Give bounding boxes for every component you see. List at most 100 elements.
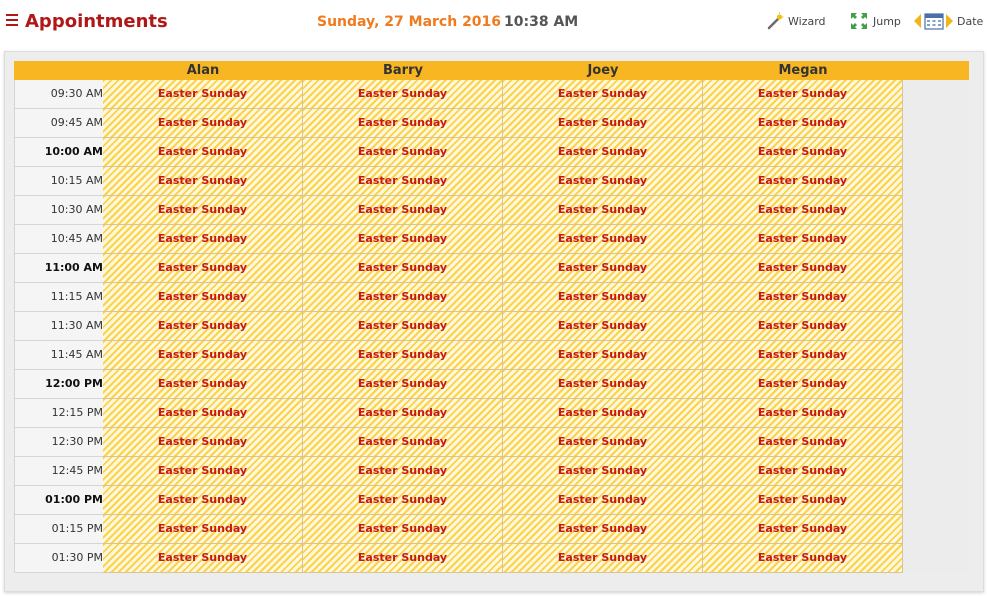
holiday-slot-barry[interactable]: Easter Sunday [303,515,503,544]
holiday-slot-joey[interactable]: Easter Sunday [503,254,703,283]
time-slot-label: 01:00 PM [14,486,107,515]
holiday-slot-joey[interactable]: Easter Sunday [503,341,703,370]
holiday-slot-alan[interactable]: Easter Sunday [103,196,303,225]
holiday-slot-barry[interactable]: Easter Sunday [303,457,503,486]
holiday-slot-joey[interactable]: Easter Sunday [503,457,703,486]
holiday-slot-alan[interactable]: Easter Sunday [103,283,303,312]
expand-arrows-icon [851,13,867,29]
date-label: Date [957,15,984,28]
hamburger-menu-icon[interactable] [6,13,20,27]
time-slot-label: 10:30 AM [14,196,107,225]
table-row: 12:15 PM Easter Sunday Easter Sunday Easter… [14,399,905,428]
time-slot-label: 11:15 AM [14,283,107,312]
holiday-slot-joey[interactable]: Easter Sunday [503,80,703,109]
holiday-slot-alan[interactable]: Easter Sunday [103,225,303,254]
holiday-slot-alan[interactable]: Easter Sunday [103,80,303,109]
holiday-slot-alan[interactable]: Easter Sunday [103,515,303,544]
holiday-slot-barry[interactable]: Easter Sunday [303,196,503,225]
holiday-slot-joey[interactable]: Easter Sunday [503,515,703,544]
holiday-slot-megan[interactable]: Easter Sunday [703,167,903,196]
table-row: 11:30 AM Easter Sunday Easter Sunday Easter… [14,312,905,341]
time-slot-label: 12:45 PM [14,457,107,486]
holiday-slot-joey[interactable]: Easter Sunday [503,109,703,138]
holiday-slot-megan[interactable]: Easter Sunday [703,515,903,544]
holiday-slot-joey[interactable]: Easter Sunday [503,544,703,573]
holiday-slot-barry[interactable]: Easter Sunday [303,312,503,341]
holiday-slot-barry[interactable]: Easter Sunday [303,399,503,428]
holiday-slot-joey[interactable]: Easter Sunday [503,138,703,167]
holiday-slot-alan[interactable]: Easter Sunday [103,457,303,486]
table-row: 01:00 PM Easter Sunday Easter Sunday Easter… [14,486,905,515]
holiday-slot-barry[interactable]: Easter Sunday [303,138,503,167]
current-time: 10:38 AM [504,14,579,30]
holiday-slot-megan[interactable]: Easter Sunday [703,196,903,225]
triangle-right-icon [946,14,953,28]
holiday-slot-megan[interactable]: Easter Sunday [703,428,903,457]
holiday-slot-joey[interactable]: Easter Sunday [503,196,703,225]
holiday-slot-barry[interactable]: Easter Sunday [303,80,503,109]
holiday-slot-barry[interactable]: Easter Sunday [303,428,503,457]
column-header-row: Alan Barry Joey Megan [14,61,969,80]
table-row: 11:45 AM Easter Sunday Easter Sunday Easter… [14,341,905,370]
holiday-slot-alan[interactable]: Easter Sunday [103,428,303,457]
schedule-body[interactable]: 09:30 AM Easter Sunday Easter Sunday Easter… [14,80,969,573]
holiday-slot-barry[interactable]: Easter Sunday [303,283,503,312]
holiday-slot-barry[interactable]: Easter Sunday [303,254,503,283]
date-picker-button[interactable] [924,12,944,32]
holiday-slot-barry[interactable]: Easter Sunday [303,109,503,138]
holiday-slot-alan[interactable]: Easter Sunday [103,109,303,138]
holiday-slot-megan[interactable]: Easter Sunday [703,399,903,428]
holiday-slot-alan[interactable]: Easter Sunday [103,138,303,167]
holiday-slot-alan[interactable]: Easter Sunday [103,341,303,370]
holiday-slot-joey[interactable]: Easter Sunday [503,428,703,457]
jump-button[interactable]: Jump [850,12,902,32]
column-header-joey: Joey [587,63,619,78]
holiday-slot-megan[interactable]: Easter Sunday [703,544,903,573]
table-row: 10:30 AM Easter Sunday Easter Sunday Easter… [14,196,905,225]
holiday-slot-joey[interactable]: Easter Sunday [503,312,703,341]
time-slot-label: 11:00 AM [14,254,107,283]
holiday-slot-megan[interactable]: Easter Sunday [703,370,903,399]
holiday-slot-barry[interactable]: Easter Sunday [303,167,503,196]
holiday-slot-alan[interactable]: Easter Sunday [103,167,303,196]
holiday-slot-barry[interactable]: Easter Sunday [303,544,503,573]
holiday-slot-alan[interactable]: Easter Sunday [103,544,303,573]
holiday-slot-alan[interactable]: Easter Sunday [103,312,303,341]
holiday-slot-alan[interactable]: Easter Sunday [103,486,303,515]
holiday-slot-megan[interactable]: Easter Sunday [703,225,903,254]
table-row: 11:00 AM Easter Sunday Easter Sunday Easter… [14,254,905,283]
holiday-slot-megan[interactable]: Easter Sunday [703,486,903,515]
holiday-slot-alan[interactable]: Easter Sunday [103,254,303,283]
holiday-slot-joey[interactable]: Easter Sunday [503,399,703,428]
holiday-slot-joey[interactable]: Easter Sunday [503,486,703,515]
table-row: 10:45 AM Easter Sunday Easter Sunday Easter… [14,225,905,254]
wizard-button[interactable]: Wizard [766,12,826,32]
holiday-slot-megan[interactable]: Easter Sunday [703,80,903,109]
top-bar: Appointments Sunday, 27 March 2016 10:38… [0,0,987,46]
jump-label: Jump [873,15,901,28]
table-row: 01:30 PM Easter Sunday Easter Sunday Easter… [14,544,905,573]
holiday-slot-joey[interactable]: Easter Sunday [503,370,703,399]
previous-day-button[interactable] [913,12,923,32]
time-slot-label: 01:15 PM [14,515,107,544]
holiday-slot-barry[interactable]: Easter Sunday [303,225,503,254]
holiday-slot-joey[interactable]: Easter Sunday [503,283,703,312]
holiday-slot-megan[interactable]: Easter Sunday [703,254,903,283]
holiday-slot-megan[interactable]: Easter Sunday [703,341,903,370]
holiday-slot-megan[interactable]: Easter Sunday [703,457,903,486]
table-row: 12:00 PM Easter Sunday Easter Sunday Easter… [14,370,905,399]
holiday-slot-megan[interactable]: Easter Sunday [703,109,903,138]
holiday-slot-barry[interactable]: Easter Sunday [303,370,503,399]
holiday-slot-alan[interactable]: Easter Sunday [103,399,303,428]
next-day-button[interactable]: Date [944,12,986,32]
holiday-slot-barry[interactable]: Easter Sunday [303,486,503,515]
holiday-slot-megan[interactable]: Easter Sunday [703,283,903,312]
holiday-slot-alan[interactable]: Easter Sunday [103,370,303,399]
holiday-slot-megan[interactable]: Easter Sunday [703,138,903,167]
holiday-slot-barry[interactable]: Easter Sunday [303,341,503,370]
holiday-slot-megan[interactable]: Easter Sunday [703,312,903,341]
holiday-slot-joey[interactable]: Easter Sunday [503,167,703,196]
holiday-slot-joey[interactable]: Easter Sunday [503,225,703,254]
page-title: Appointments [25,11,168,32]
table-row: 12:30 PM Easter Sunday Easter Sunday Easter… [14,428,905,457]
